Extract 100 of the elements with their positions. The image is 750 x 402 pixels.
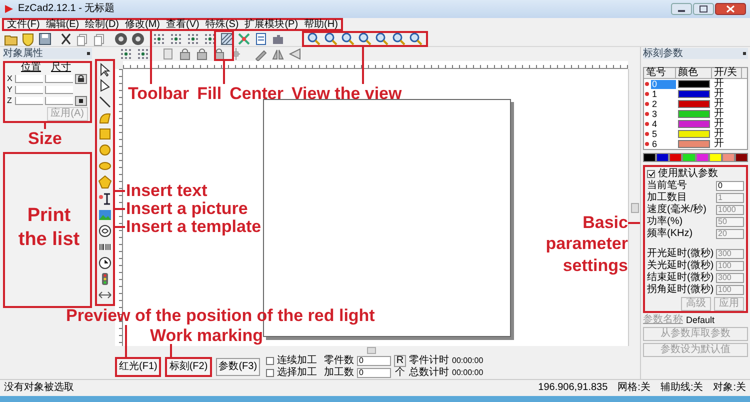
pointer-icon[interactable] <box>98 63 112 77</box>
pen-state: 开 <box>713 89 724 99</box>
pen-state: 开 <box>713 139 724 149</box>
palette-swatch[interactable] <box>669 153 682 162</box>
axis-label: Y <box>7 86 13 94</box>
parameter-name-label: 参数名称 <box>643 315 683 325</box>
node-pointer-icon[interactable] <box>98 79 112 94</box>
palette-swatch[interactable] <box>734 153 748 162</box>
hatch-fill-icon[interactable] <box>220 32 234 46</box>
document-icon[interactable] <box>254 32 268 46</box>
dot-grid-icon[interactable] <box>136 47 150 61</box>
zoom-icon[interactable] <box>307 32 321 46</box>
menu-item[interactable]: 扩展模块(P) <box>244 20 298 30</box>
option-label: 连续加工 <box>277 356 318 366</box>
parameter-field[interactable]: 0 <box>716 181 744 191</box>
option-label: 选择加工 <box>277 368 318 378</box>
pen-number[interactable]: 6 <box>651 140 676 148</box>
pen-color-swatch[interactable] <box>678 120 710 128</box>
align-icon[interactable] <box>161 47 175 61</box>
counter-label: 加工数 <box>324 368 354 378</box>
palette-swatch[interactable] <box>708 153 722 162</box>
save-icon[interactable] <box>38 32 52 46</box>
circle-icon[interactable] <box>98 143 112 158</box>
crossed-tools-icon[interactable] <box>237 32 251 46</box>
input-field[interactable] <box>45 97 73 105</box>
palette-swatch[interactable] <box>656 153 670 162</box>
menu-item[interactable]: 文件(F) <box>7 20 40 30</box>
zoom-icon[interactable] <box>358 32 372 46</box>
pen-number[interactable]: 3 <box>651 110 676 118</box>
pen-color-swatch[interactable] <box>678 130 710 138</box>
input-field[interactable] <box>45 75 73 84</box>
square-button-icon[interactable] <box>75 96 87 106</box>
window-title: EzCad2.12.1 - 无标题 <box>18 4 115 14</box>
maximize-icon[interactable] <box>693 3 714 15</box>
menu-item[interactable]: 特殊(S) <box>205 20 239 30</box>
input-field[interactable] <box>15 86 43 94</box>
mark-control-button[interactable]: 参数(F3) <box>216 358 260 376</box>
lock-icon[interactable] <box>75 74 87 84</box>
annotation-label: Toolbar <box>128 85 190 102</box>
pen-number[interactable]: 4 <box>651 120 676 128</box>
menu-item[interactable]: 修改(M) <box>125 20 160 30</box>
text-icon[interactable] <box>98 192 112 206</box>
zoom-icon[interactable] <box>392 32 406 46</box>
zoom-icon[interactable] <box>375 32 389 46</box>
paste-icon[interactable] <box>93 32 107 46</box>
dot-grid-icon[interactable] <box>119 47 133 61</box>
checkbox[interactable] <box>647 170 655 178</box>
palette-swatch[interactable] <box>722 153 735 162</box>
counter-field[interactable]: 0 <box>357 356 392 366</box>
checkbox[interactable] <box>266 357 274 365</box>
menu-item[interactable]: 绘制(D) <box>85 20 120 30</box>
input-field[interactable] <box>15 97 43 105</box>
annotation-label: Fill <box>197 85 222 102</box>
menu-item[interactable]: 帮助(H) <box>304 20 338 30</box>
pen-number[interactable]: 1 <box>651 90 676 98</box>
zoom-icon[interactable] <box>324 32 338 46</box>
checkbox[interactable] <box>266 369 274 377</box>
pen-number[interactable]: 5 <box>651 130 676 138</box>
mark-control-button[interactable]: 红光(F1) <box>115 357 162 377</box>
pen-color-swatch[interactable] <box>678 100 710 108</box>
dot-grid-icon[interactable] <box>169 32 183 46</box>
palette-swatch[interactable] <box>682 153 696 162</box>
pen-state: 开 <box>713 99 724 109</box>
pen-color-swatch[interactable] <box>678 110 710 118</box>
pen-color-swatch[interactable] <box>678 140 710 148</box>
menu-item[interactable]: 编辑(E) <box>46 20 80 30</box>
scrollbar-thumb[interactable] <box>367 347 376 354</box>
line-icon[interactable] <box>98 95 112 110</box>
timer-icon[interactable] <box>98 256 112 270</box>
parameter-label: 功率(%) <box>647 217 683 227</box>
palette-swatch[interactable] <box>643 153 656 162</box>
shield-icon[interactable] <box>21 32 35 46</box>
palette-swatch[interactable] <box>696 153 709 162</box>
pen-color-swatch[interactable] <box>678 90 710 98</box>
dot-grid-icon[interactable] <box>186 32 200 46</box>
menu-item[interactable]: 查看(V) <box>166 20 200 30</box>
mark-control-button[interactable]: 标刻(F2) <box>165 357 212 377</box>
disc-icon[interactable] <box>114 32 128 46</box>
close-icon[interactable] <box>715 3 746 15</box>
counter-field[interactable]: 0 <box>357 368 392 378</box>
zoom-icon[interactable] <box>409 32 423 46</box>
pen-color-swatch[interactable] <box>678 80 710 88</box>
pen-number[interactable]: 2 <box>651 100 676 108</box>
leader-line <box>170 344 172 357</box>
zoom-icon[interactable] <box>341 32 355 46</box>
dot-grid-icon[interactable] <box>152 32 166 46</box>
input-field[interactable] <box>45 86 73 94</box>
reset-button[interactable]: R <box>394 355 406 367</box>
rectangle-icon[interactable] <box>98 127 112 142</box>
annotation-label: Insert a template <box>126 218 262 235</box>
disc-icon[interactable] <box>131 32 145 46</box>
curve-icon[interactable] <box>98 111 112 126</box>
scrollbar-thumb[interactable] <box>630 202 638 212</box>
input-field[interactable] <box>15 75 43 84</box>
minimize-icon[interactable] <box>671 3 692 15</box>
polygon-icon[interactable] <box>98 175 112 190</box>
dot-grid-icon[interactable] <box>203 32 217 46</box>
cut-icon[interactable] <box>59 32 73 46</box>
parameter-label: 结束延时(微秒) <box>647 273 714 283</box>
template-icon[interactable] <box>98 224 112 238</box>
